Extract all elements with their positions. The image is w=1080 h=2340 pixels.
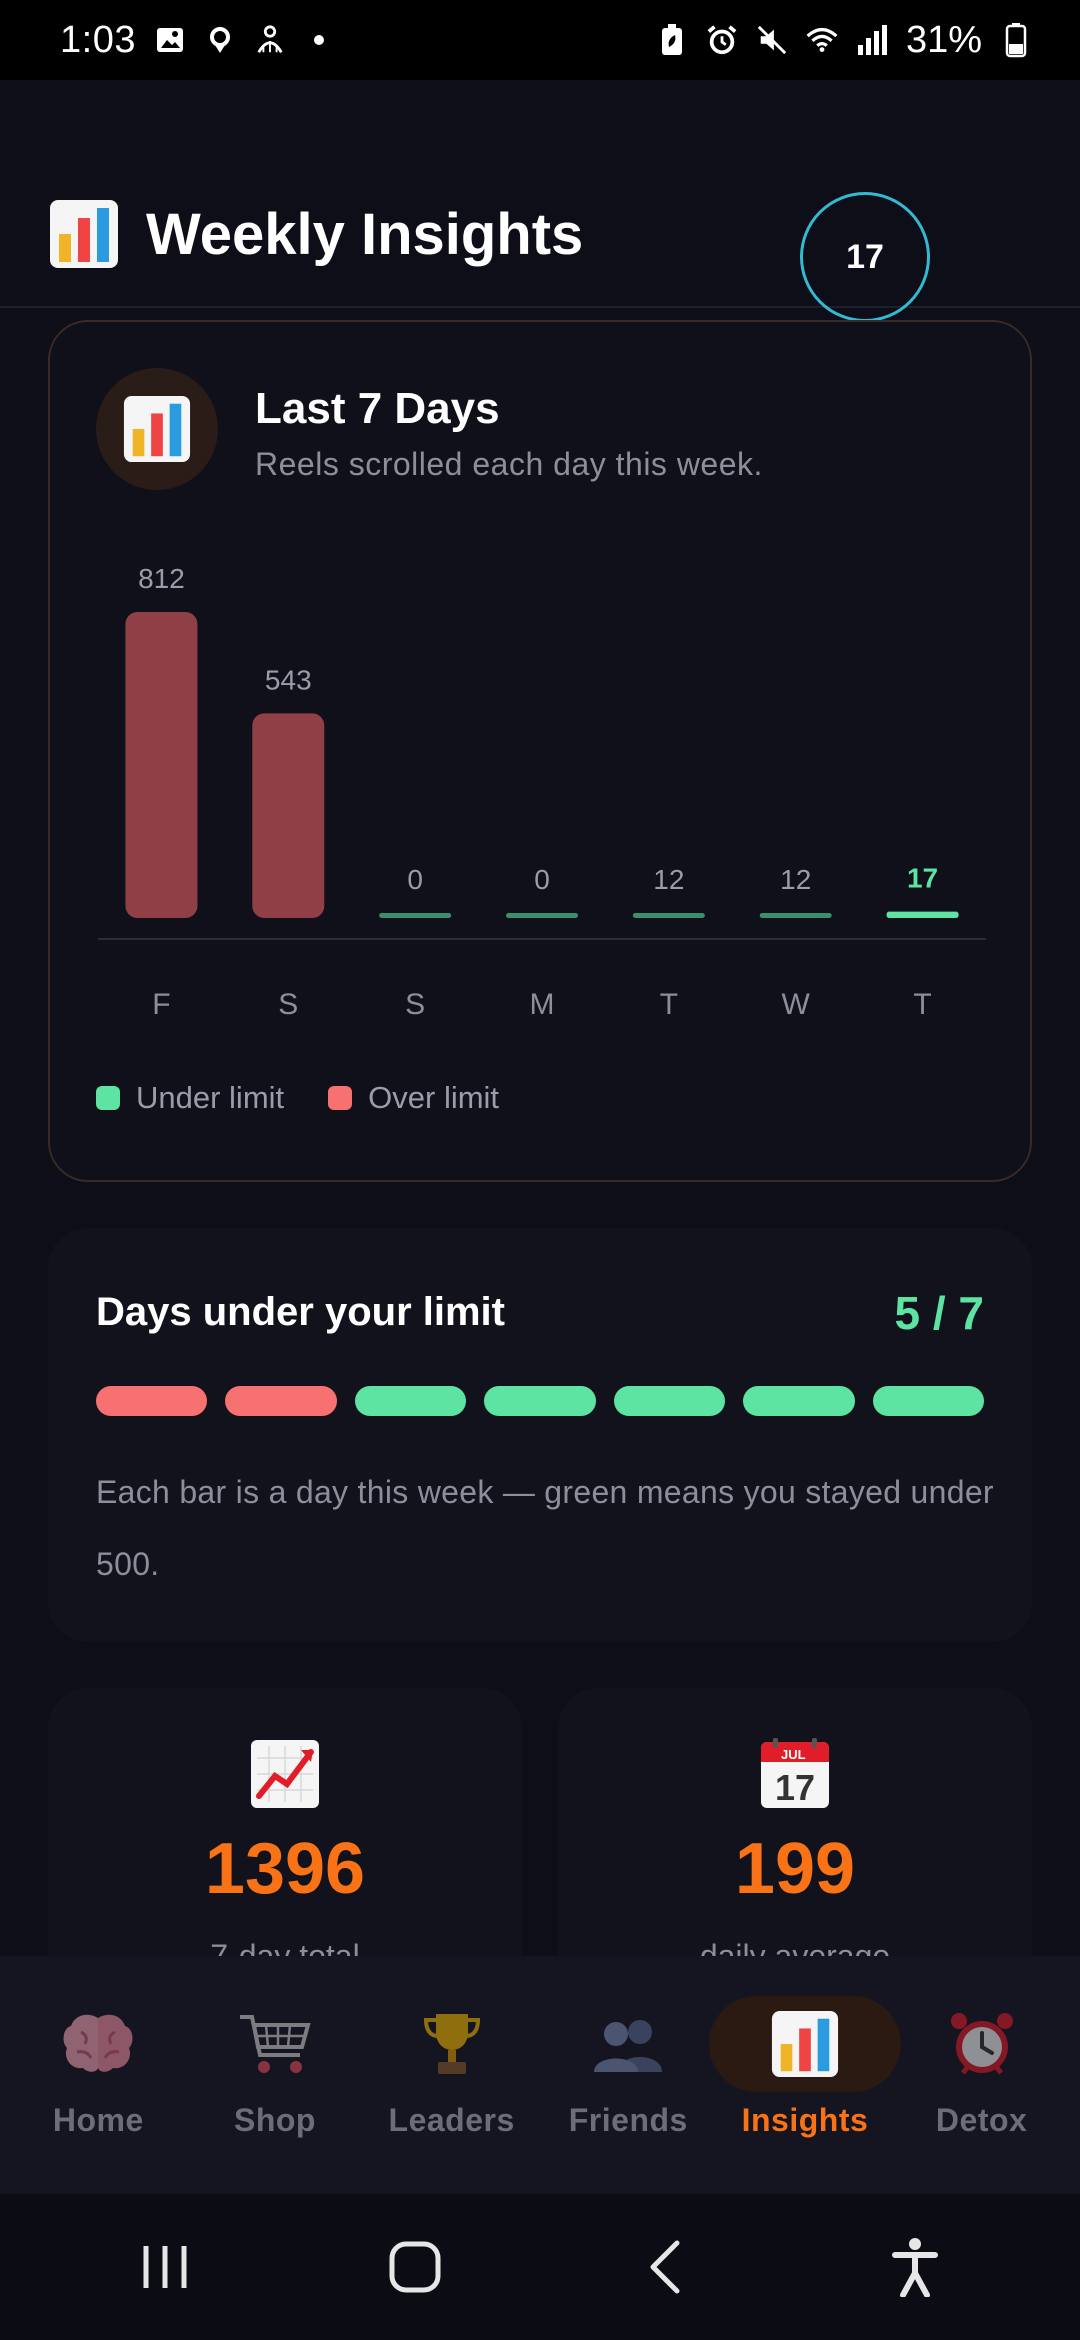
nav-item-insights[interactable]: Insights [708,1996,901,2139]
day-status-pills [96,1386,984,1416]
battery-saver-icon [656,24,688,56]
nav-item-detox[interactable]: Detox [896,1996,1068,2139]
back-button[interactable] [605,2217,725,2317]
signal-icon [856,24,888,56]
chart-value-label-4: 12 [653,864,684,895]
day-pill-0 [96,1386,208,1416]
chart-value-label-2: 0 [407,864,423,895]
calendar-day: 17 [775,1767,815,1808]
legend-item-over: Over limit [328,1080,499,1116]
chart-value-label-6: 17 [907,863,938,894]
accessibility-icon [892,2238,938,2297]
alarm-clock-icon [897,1996,1067,2092]
page-title: Weekly Insights [146,202,584,267]
nav-label-insights: Insights [741,2102,869,2138]
system-navigation-bar [0,2194,1080,2340]
chart-category-label-2: S [405,988,425,1021]
bar-chart-icon [708,1996,901,2092]
legend-item-under: Under limit [96,1080,284,1116]
chart-category-label-0: F [152,988,170,1021]
location-icon [204,24,236,56]
home-icon [389,2241,441,2293]
legend-swatch-over [328,1086,353,1110]
app-notification-icon [254,24,286,56]
recent-apps-button[interactable] [105,2217,225,2317]
chart-bar-1 [252,713,325,918]
chart-bar-0 [125,612,198,918]
day-pill-3 [484,1386,596,1416]
day-pill-4 [613,1386,726,1416]
legend-label-under: Under limit [136,1080,285,1115]
weekly-bar-chart: 812 F 543 S 0 S 0 M 12 T 12 W 17 T [98,563,986,1021]
chart-value-label-0: 812 [138,563,185,594]
last-7-days-card: Last 7 Days Reels scrolled each day this… [48,320,1032,1182]
brain-icon [13,1996,183,2092]
days-under-limit-description: Each bar is a day this week — green mean… [96,1474,994,1582]
screen: 1:03 31% Weekly Insights 17 Last 7 Days … [0,0,1080,2340]
home-button[interactable] [355,2217,475,2317]
nav-label-leaders: Leaders [388,2102,515,2138]
back-icon [650,2240,680,2294]
battery-percentage: 31% [905,18,982,61]
chart-value-label-1: 543 [265,664,312,695]
mute-icon [756,24,788,56]
chart-category-label-3: M [530,988,555,1021]
nav-label-home: Home [52,2102,144,2138]
stat-average-value: 199 [734,1829,856,1909]
legend-label-over: Over limit [368,1080,500,1115]
status-bar: 1:03 31% [0,0,1080,80]
day-pill-1 [225,1386,337,1416]
stat-card-total: 1396 7-day total [48,1688,522,1998]
days-under-limit-title: Days under your limit [96,1290,505,1334]
days-under-limit-card: Days under your limit 5 / 7 Each bar is … [48,1228,1032,1642]
notification-dot-icon [313,35,324,45]
stat-card-average: JUL 17 199 daily average [558,1688,1032,1998]
shopping-cart-icon [190,1996,360,2092]
bottom-navigation: Home Shop Leaders Friends Insights Detox [0,1956,1080,2194]
day-pill-6 [872,1386,984,1416]
chart-bar-2 [379,913,452,918]
calendar-icon: JUL 17 [558,1738,1032,1810]
alarm-icon [706,24,738,56]
bar-chart-icon [48,198,120,270]
accessibility-button[interactable] [855,2217,975,2317]
chart-bar-5 [759,913,832,918]
status-time: 1:03 [60,18,136,61]
nav-item-friends[interactable]: Friends [542,1996,714,2139]
nav-item-shop[interactable]: Shop [189,1996,361,2139]
chart-bar-6 [886,911,959,918]
chart-category-label-6: T [913,988,931,1021]
chart-legend: Under limit Over limit [96,1080,499,1116]
chart-value-label-5: 12 [780,864,811,895]
calendar-month: JUL [781,1747,806,1762]
chart-increasing-icon [48,1738,522,1810]
trophy-icon [367,1996,537,2092]
wifi-icon [806,24,838,56]
recent-apps-icon [143,2246,187,2288]
nav-label-detox: Detox [935,2102,1028,2138]
chart-value-label-3: 0 [534,864,550,895]
chart-category-label-1: S [278,988,298,1021]
stat-total-value: 1396 [204,1829,366,1909]
chart-bar-4 [632,913,705,918]
battery-icon [1000,23,1032,58]
nav-label-friends: Friends [568,2102,688,2138]
chart-bar-3 [506,913,578,918]
day-pill-2 [354,1386,467,1416]
days-under-limit-value: 5 / 7 [894,1287,984,1339]
chart-category-label-4: T [660,988,678,1021]
people-icon [543,1996,713,2092]
reel-counter-badge[interactable]: 17 [800,192,930,322]
legend-swatch-under [96,1086,120,1110]
chart-category-label-5: W [782,988,811,1021]
nav-label-shop: Shop [233,2102,316,2138]
gallery-icon [154,24,186,56]
nav-item-leaders[interactable]: Leaders [366,1996,538,2139]
nav-item-home[interactable]: Home [12,1996,184,2139]
day-pill-5 [743,1386,855,1416]
